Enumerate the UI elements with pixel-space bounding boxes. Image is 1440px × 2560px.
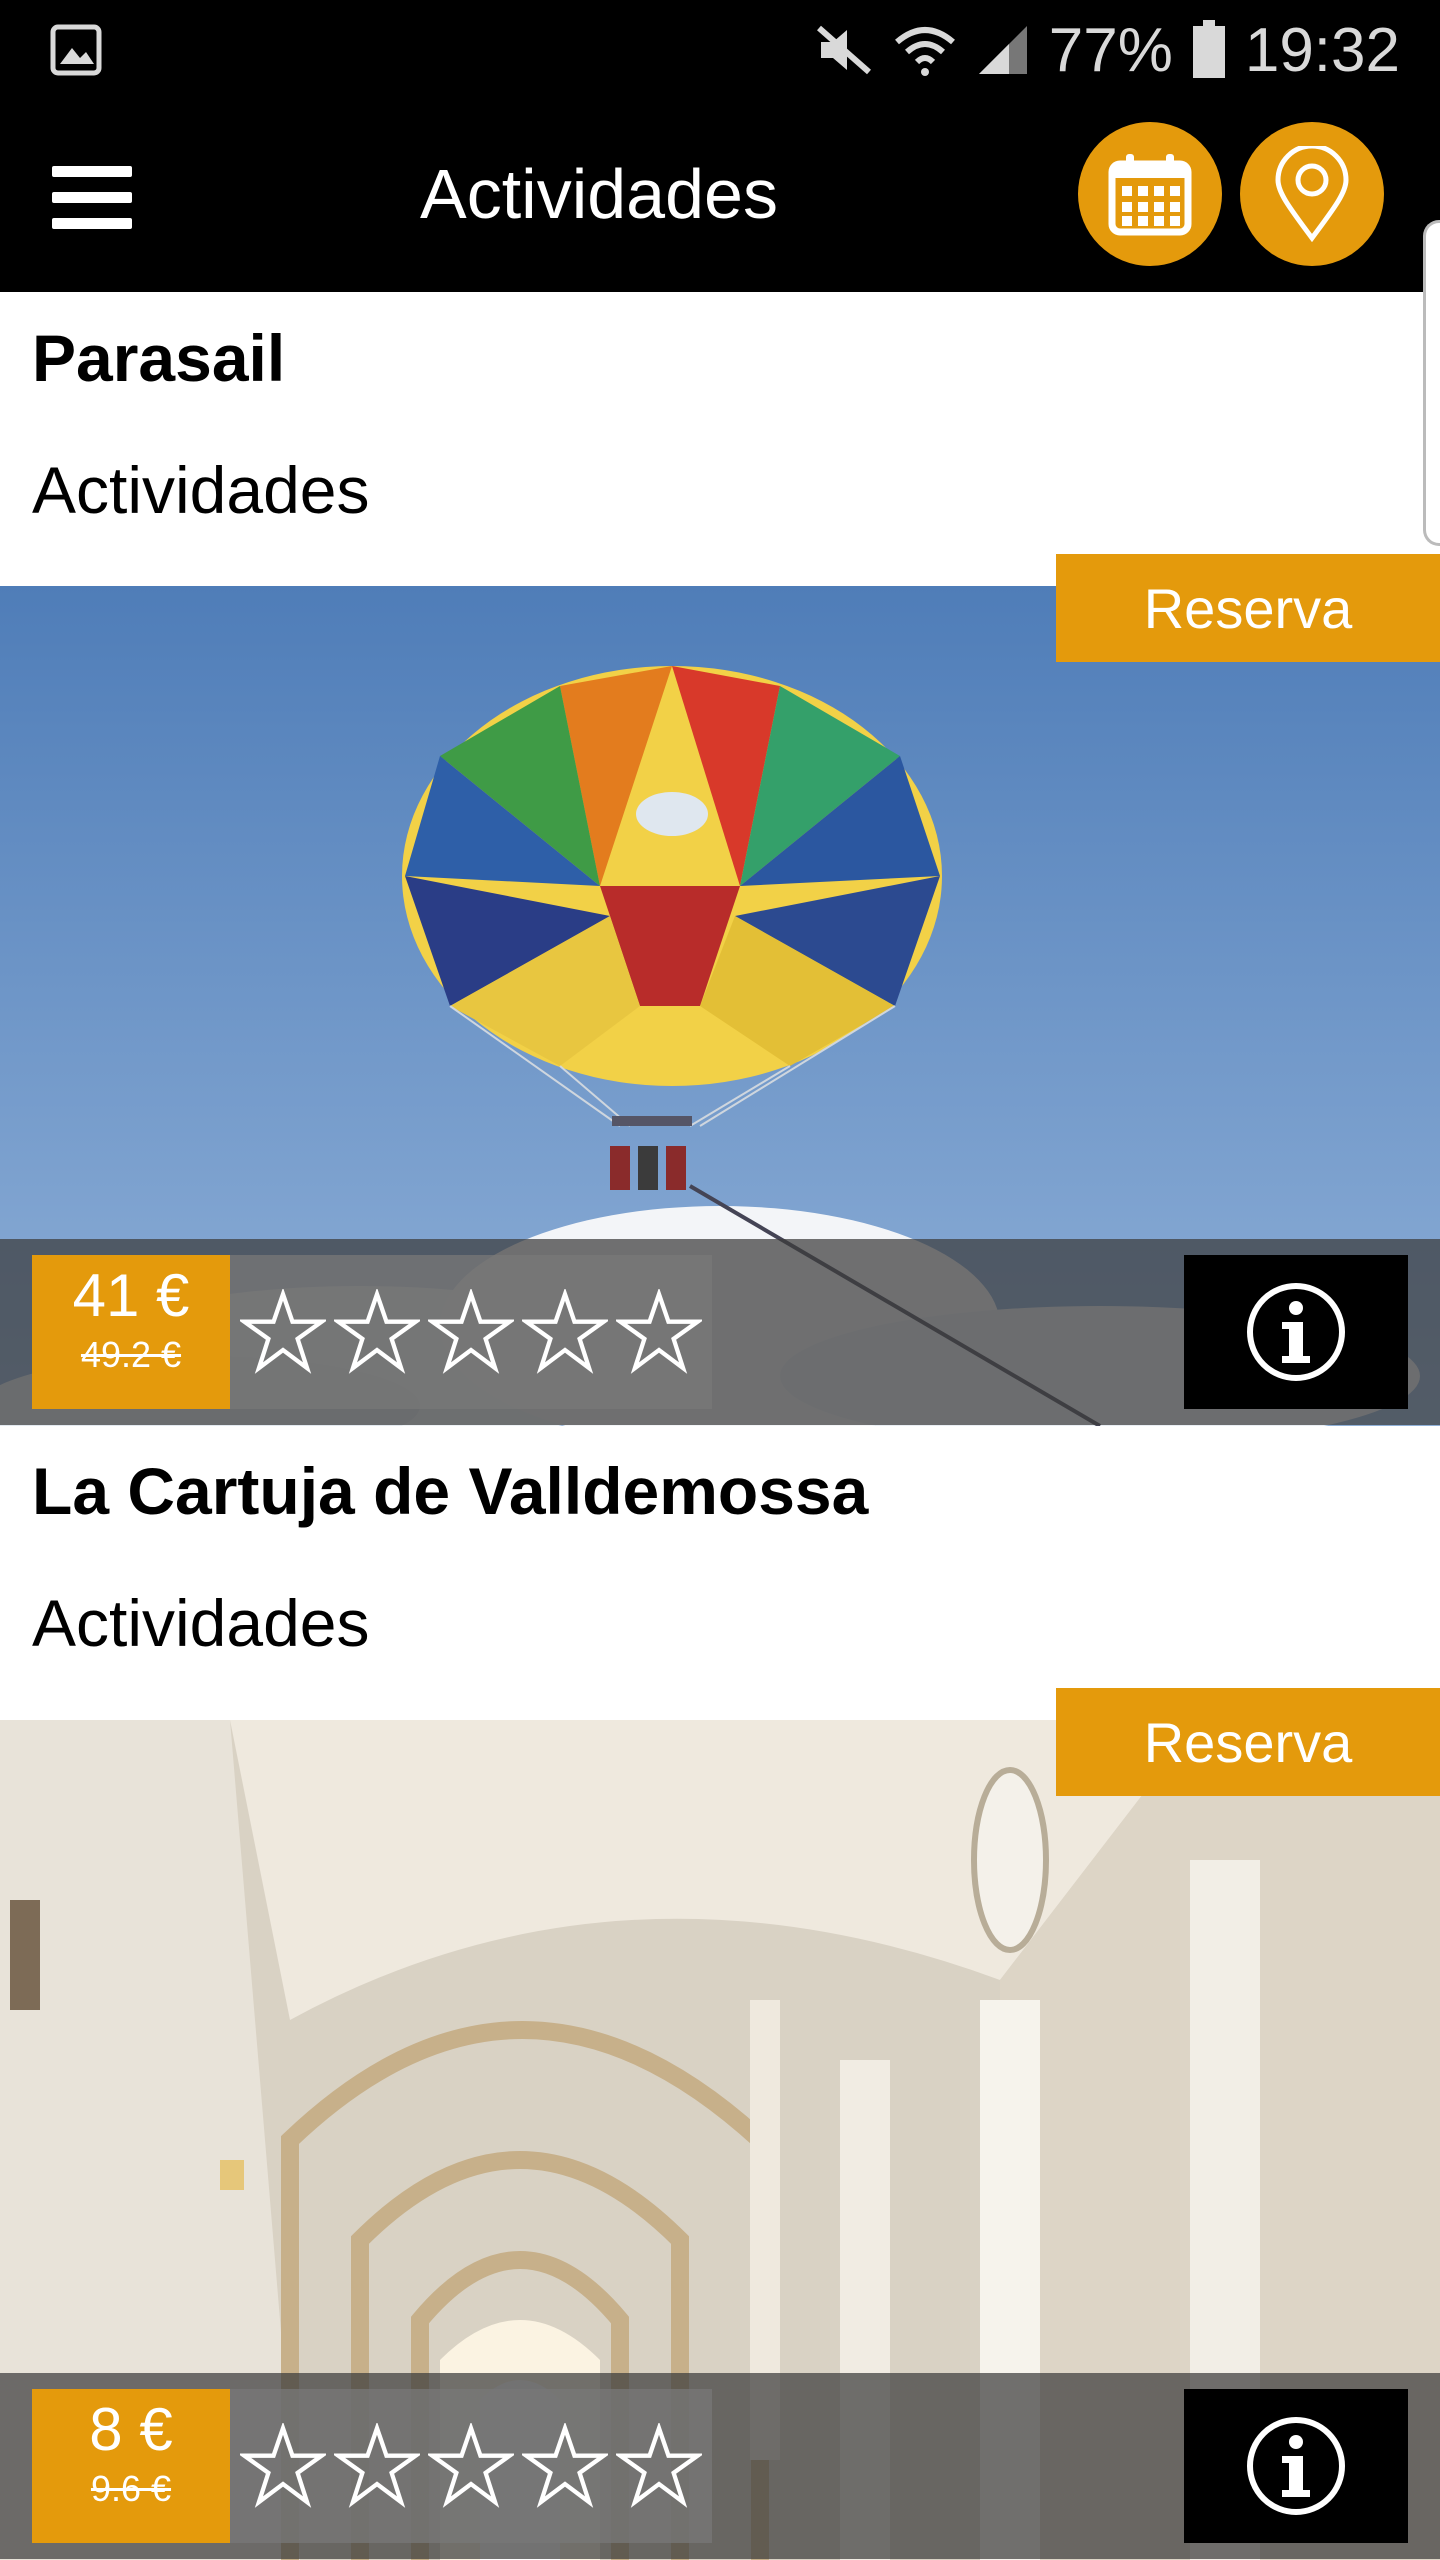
price-badge: 8 € 9.6 € [32, 2389, 230, 2543]
star-icon[interactable] [616, 2423, 702, 2509]
activity-card: La Cartuja de Valldemossa Actividades Re… [0, 1425, 1440, 2560]
page-title: Actividades [420, 155, 778, 233]
battery-icon [1192, 20, 1225, 78]
price: 8 € [89, 2396, 173, 2463]
star-icon[interactable] [334, 1289, 420, 1375]
star-icon[interactable] [334, 2423, 420, 2509]
calendar-button[interactable] [1078, 122, 1222, 266]
menu-icon [52, 166, 132, 177]
info-button[interactable] [1184, 2389, 1408, 2543]
star-icon[interactable] [428, 1289, 514, 1375]
menu-button[interactable] [52, 166, 132, 230]
wifi-icon [894, 27, 955, 76]
gallery-icon [50, 24, 102, 76]
old-price: 9.6 € [90, 2468, 172, 2509]
activity-category: Actividades [32, 1586, 370, 1660]
price-badge: 41 € 49.2 € [32, 1255, 230, 1409]
app-bar: Actividades [0, 100, 1440, 292]
info-icon [1247, 2417, 1345, 2515]
info-icon [1247, 1283, 1345, 1381]
reserve-button[interactable]: Reserva [1056, 554, 1440, 662]
clock: 19:32 [1244, 15, 1400, 85]
reserve-button[interactable]: Reserva [1056, 1688, 1440, 1796]
price: 41 € [72, 1262, 190, 1329]
old-price: 49.2 € [80, 1334, 182, 1375]
activity-card: Parasail Actividades Reserva 41 € 49.2 € [0, 292, 1440, 1426]
card-footer: 8 € 9.6 € [0, 2373, 1440, 2559]
star-icon[interactable] [240, 2423, 326, 2509]
star-icon[interactable] [522, 1289, 608, 1375]
calendar-icon [1108, 154, 1192, 236]
rating-stars [230, 2389, 712, 2543]
activity-title[interactable]: Parasail [32, 320, 285, 396]
location-pin-icon [1275, 146, 1349, 242]
map-button[interactable] [1240, 122, 1384, 266]
battery-percent: 77% [1048, 15, 1173, 85]
signal-icon [978, 26, 1027, 74]
star-icon[interactable] [522, 2423, 608, 2509]
mute-icon [816, 25, 871, 75]
card-footer: 41 € 49.2 € [0, 1239, 1440, 1425]
star-icon[interactable] [240, 1289, 326, 1375]
star-icon[interactable] [616, 1289, 702, 1375]
star-icon[interactable] [428, 2423, 514, 2509]
info-button[interactable] [1184, 1255, 1408, 1409]
activity-title[interactable]: La Cartuja de Valldemossa [32, 1453, 868, 1529]
status-bar: 77% 19:32 [0, 0, 1440, 100]
activity-category: Actividades [32, 453, 370, 527]
rating-stars [230, 1255, 712, 1409]
